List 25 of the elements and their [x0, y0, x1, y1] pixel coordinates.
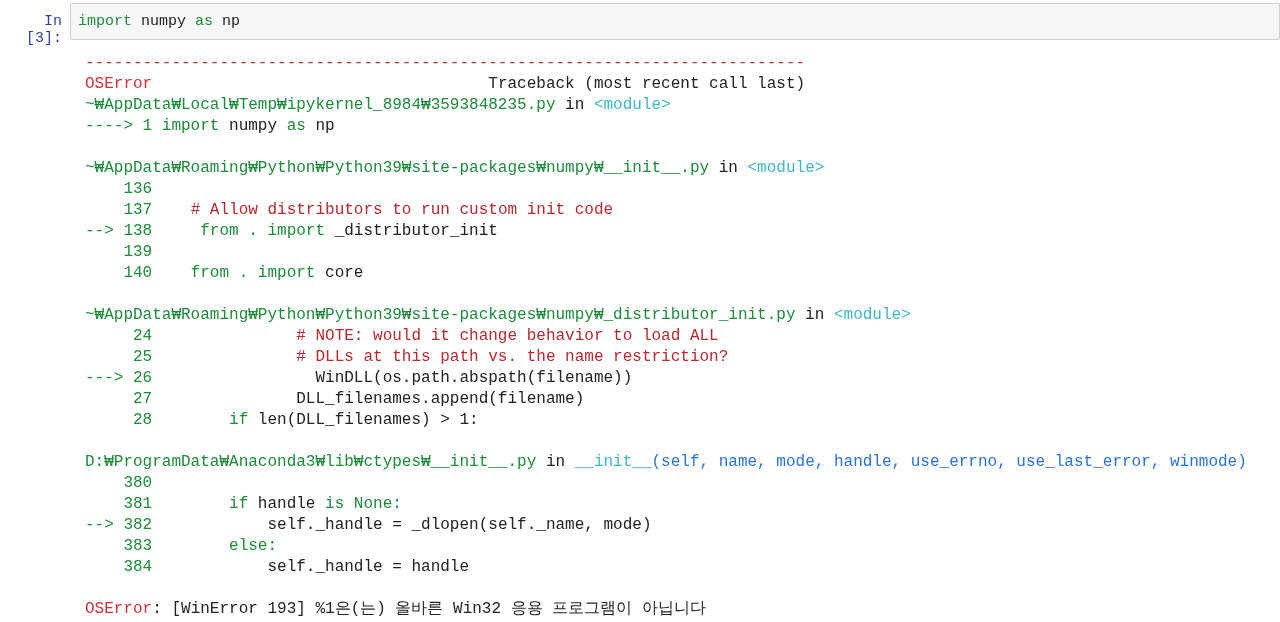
- traceback-line: 384 self._handle = handle: [122, 557, 470, 578]
- traceback-line: --> 138 from . import _distributor_init: [85, 221, 498, 242]
- traceback-line: ---> 26 WinDLL(os.path.abspath(filename)): [85, 368, 633, 389]
- traceback-line: ~₩AppData₩Local₩Temp₩ipykernel_8984₩3593848235.py in <module>: [85, 95, 671, 116]
- separator-line: ---------------------------------------------------------------------------: [85, 53, 806, 74]
- traceback-line: ~₩AppData₩Roaming₩Python₩Python39₩site-packages₩numpy₩_distributor_init.py in <module>: [85, 305, 911, 326]
- traceback-line: ----> 1 import numpy as np: [85, 116, 335, 137]
- traceback-line: 381 if handle is None:: [122, 494, 402, 515]
- error-message: OSError: [WinError 193] %1은(는) 올바른 Win32 응용 프로그램이 아닙니다: [85, 599, 706, 620]
- traceback-line: 139: [122, 242, 153, 263]
- traceback-line: 380: [122, 473, 153, 494]
- input-prompt: In [3]:: [25, 12, 63, 47]
- traceback-line: 383 else:: [122, 536, 278, 557]
- traceback-line: D:₩ProgramData₩Anaconda3₩lib₩ctypes₩__init__.py in __init__(self, name, mode, handle, use_errno, use_last_error, winmode): [85, 452, 1247, 473]
- traceback-line: 137 # Allow distributors to run custom init code: [122, 200, 614, 221]
- traceback-line: 140 from . import core: [122, 263, 364, 284]
- traceback-line: --> 382 self._handle = _dlopen(self._name, mode): [85, 515, 652, 536]
- traceback-line: OSError Traceback (most recent call last): [85, 74, 806, 95]
- traceback-line: 28 if len(DLL_filenames) > 1:: [132, 410, 479, 431]
- code-input[interactable]: import numpy as np: [70, 3, 1280, 40]
- traceback-line: 27 DLL_filenames.append(filename): [132, 389, 585, 410]
- traceback-line: ~₩AppData₩Roaming₩Python₩Python39₩site-packages₩numpy₩__init__.py in <module>: [85, 158, 825, 179]
- traceback-line: 25 # DLLs at this path vs. the name restriction?: [132, 347, 729, 368]
- traceback-line: 24 # NOTE: would it change behavior to load ALL: [132, 326, 719, 347]
- traceback-line: 136: [122, 179, 153, 200]
